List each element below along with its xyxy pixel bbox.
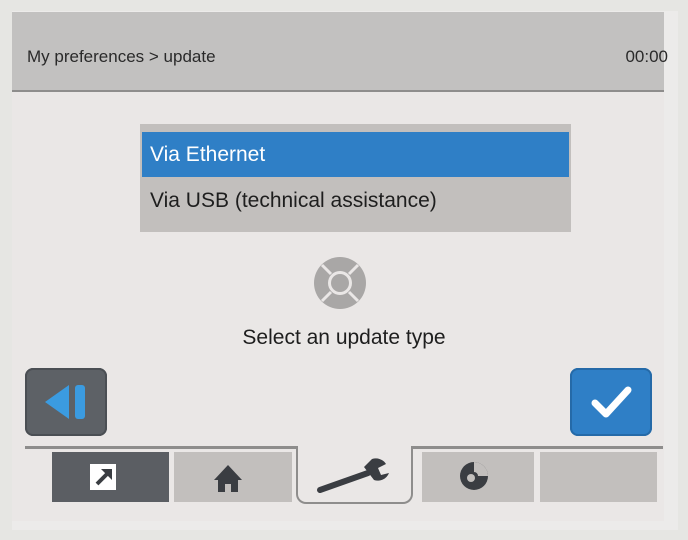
checkmark-icon [591,386,632,418]
back-icon [45,385,85,419]
confirm-button[interactable] [570,368,652,436]
option-via-ethernet[interactable]: Via Ethernet [142,132,569,177]
tab-divider-right [413,446,663,449]
back-button[interactable] [25,368,107,436]
clock: 00:00 [625,47,668,66]
exit-arrow-icon [90,464,116,490]
tab-home[interactable] [174,452,292,502]
tab-tools[interactable] [296,446,413,504]
tab-settings[interactable] [422,452,534,502]
wrench-icon [317,458,389,493]
option-via-usb[interactable]: Via USB (technical assistance) [142,178,569,223]
navigation-pad-icon [312,255,368,311]
tab-exit[interactable] [52,452,169,502]
tab-empty [540,452,657,502]
tab-divider-left [25,446,296,449]
update-type-list: Via Ethernet Via USB (technical assistan… [140,124,571,232]
instruction-text: Select an update type [242,326,446,349]
home-icon [214,465,242,492]
breadcrumb: My preferences > update [27,47,216,66]
settings-disc-icon [460,462,488,490]
